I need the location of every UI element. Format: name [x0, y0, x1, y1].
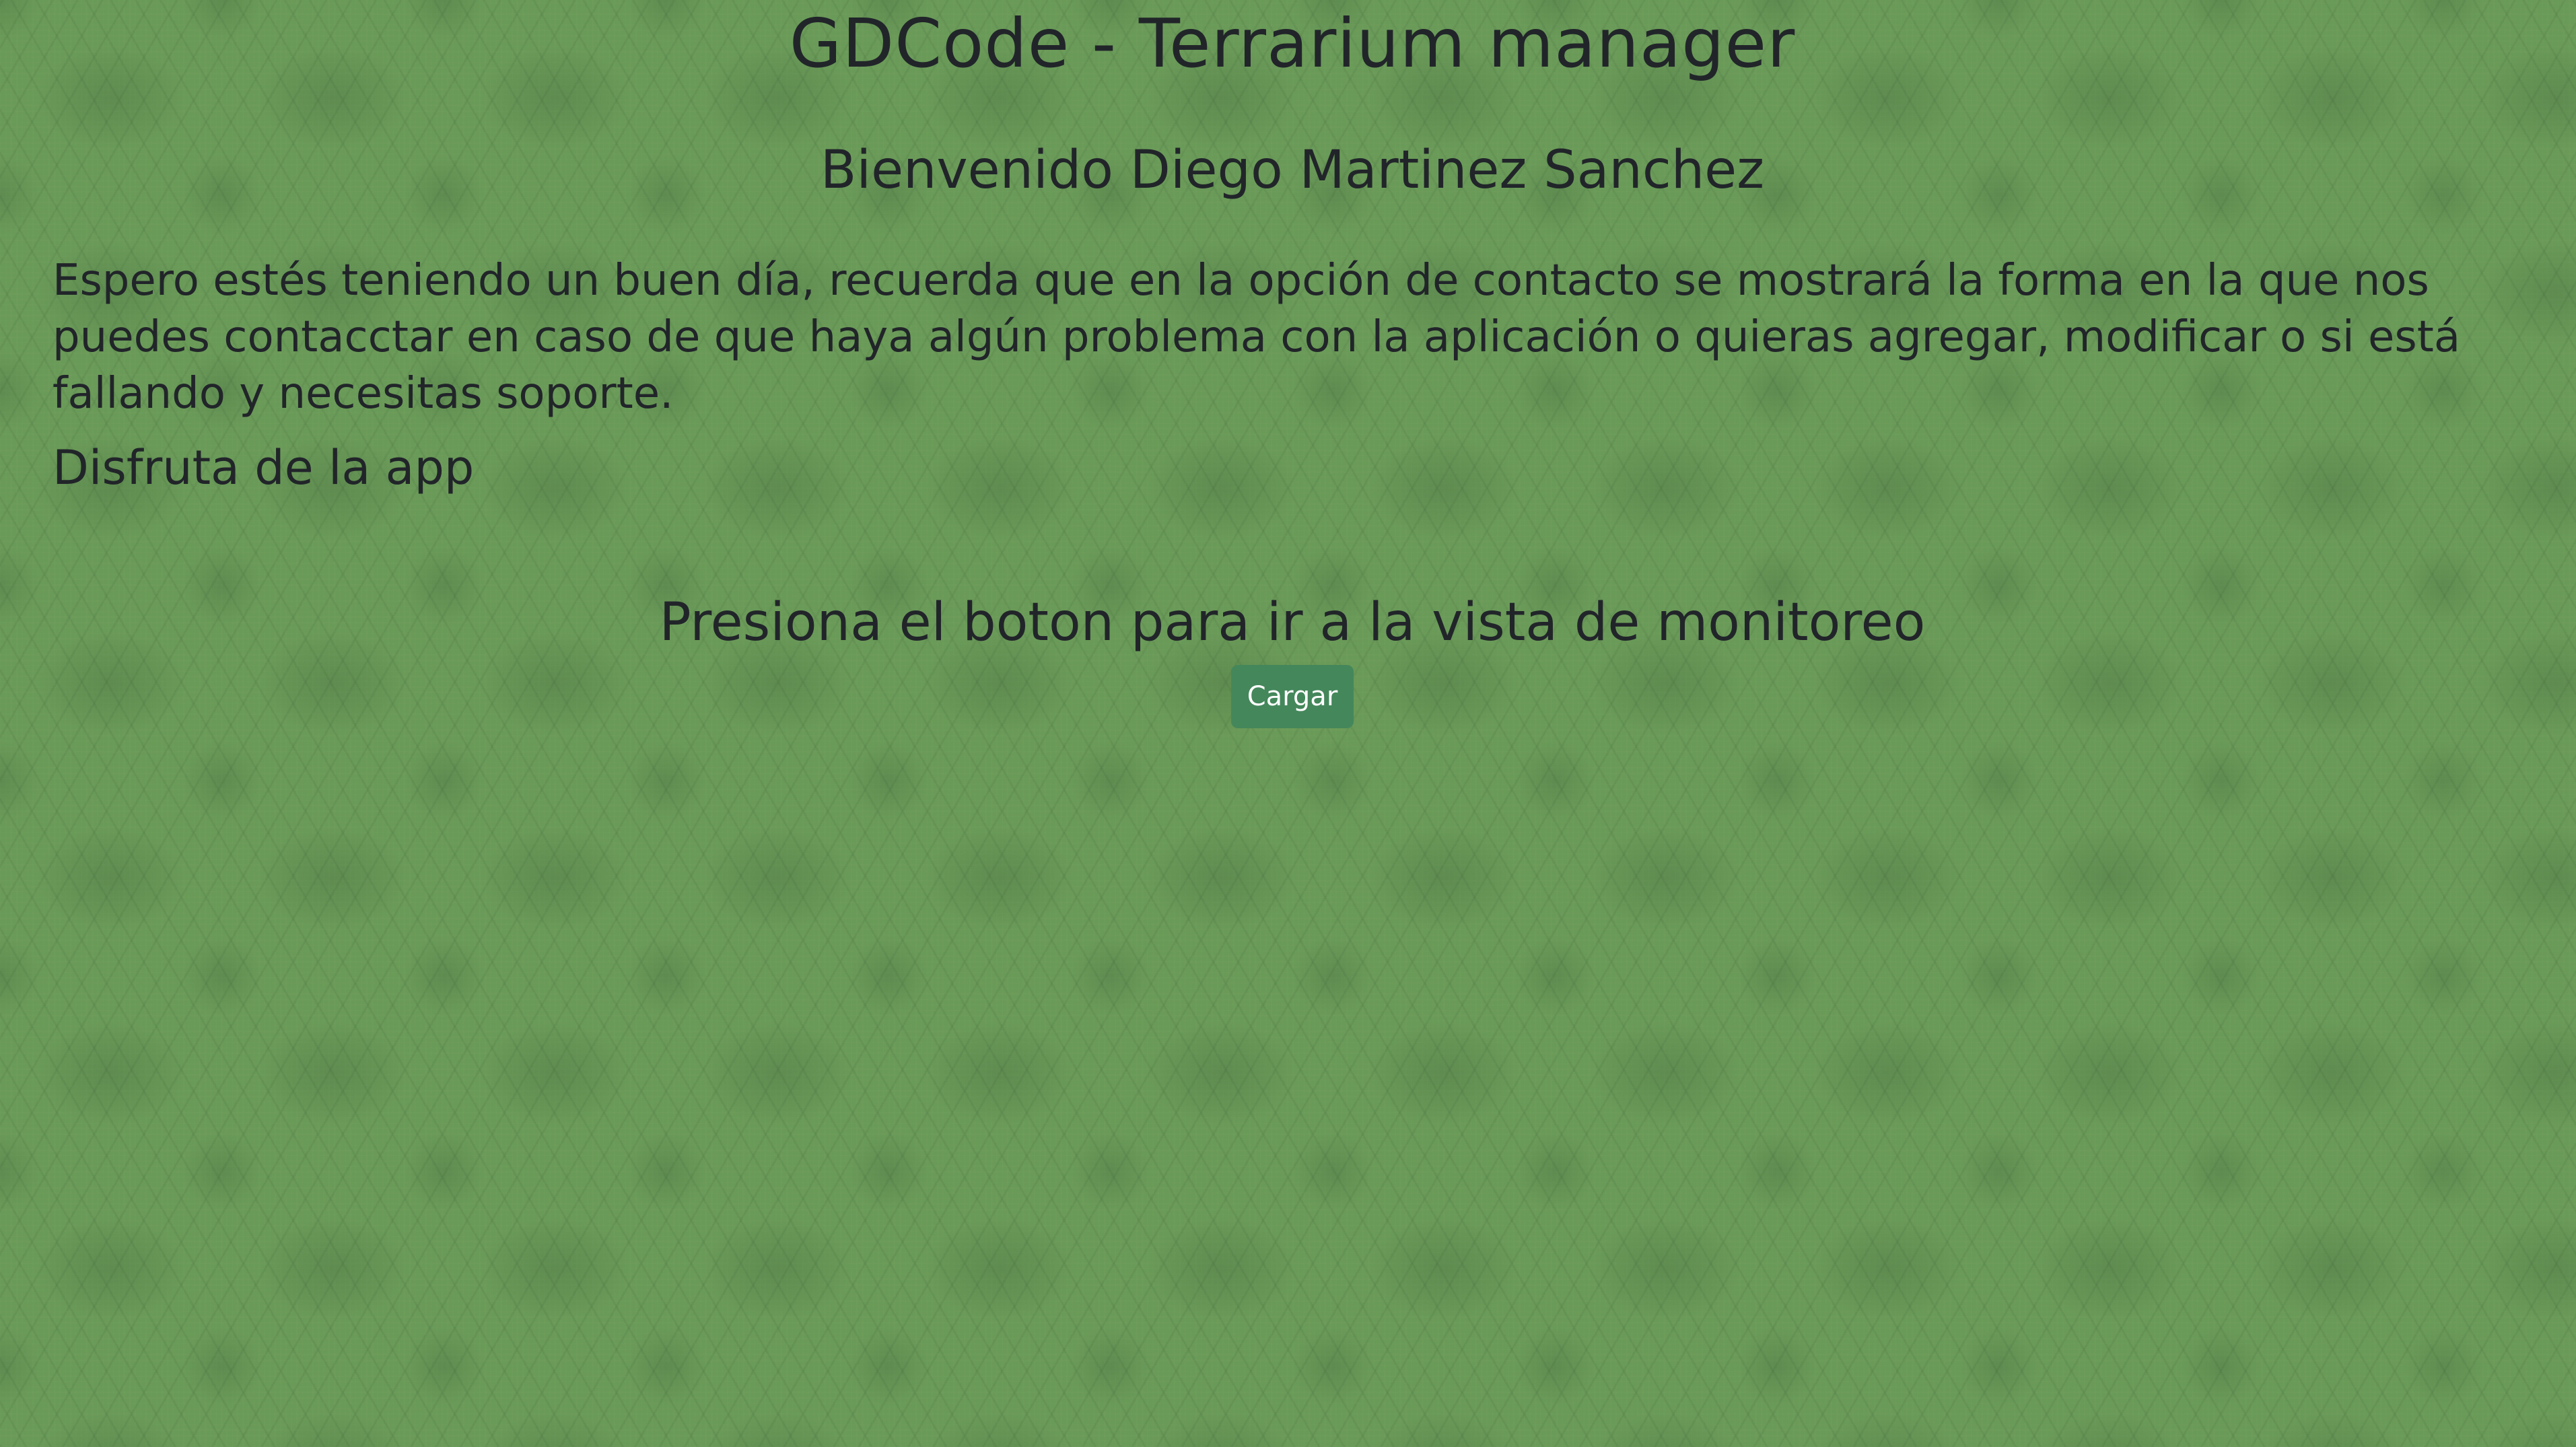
load-button[interactable]: Cargar: [1231, 665, 1354, 728]
welcome-heading: Bienvenido Diego Martinez Sanchez: [820, 140, 1765, 201]
app-title: GDCode - Terrarium manager: [789, 4, 1796, 83]
intro-paragraph: Espero estés teniendo un buen día, recue…: [53, 256, 2461, 419]
enjoy-text: Disfruta de la app: [53, 440, 475, 495]
page: GDCode - Terrarium manager Bienvenido Di…: [0, 0, 2576, 1447]
instruction-heading: Presiona el boton para ir a la vista de …: [659, 592, 1926, 653]
